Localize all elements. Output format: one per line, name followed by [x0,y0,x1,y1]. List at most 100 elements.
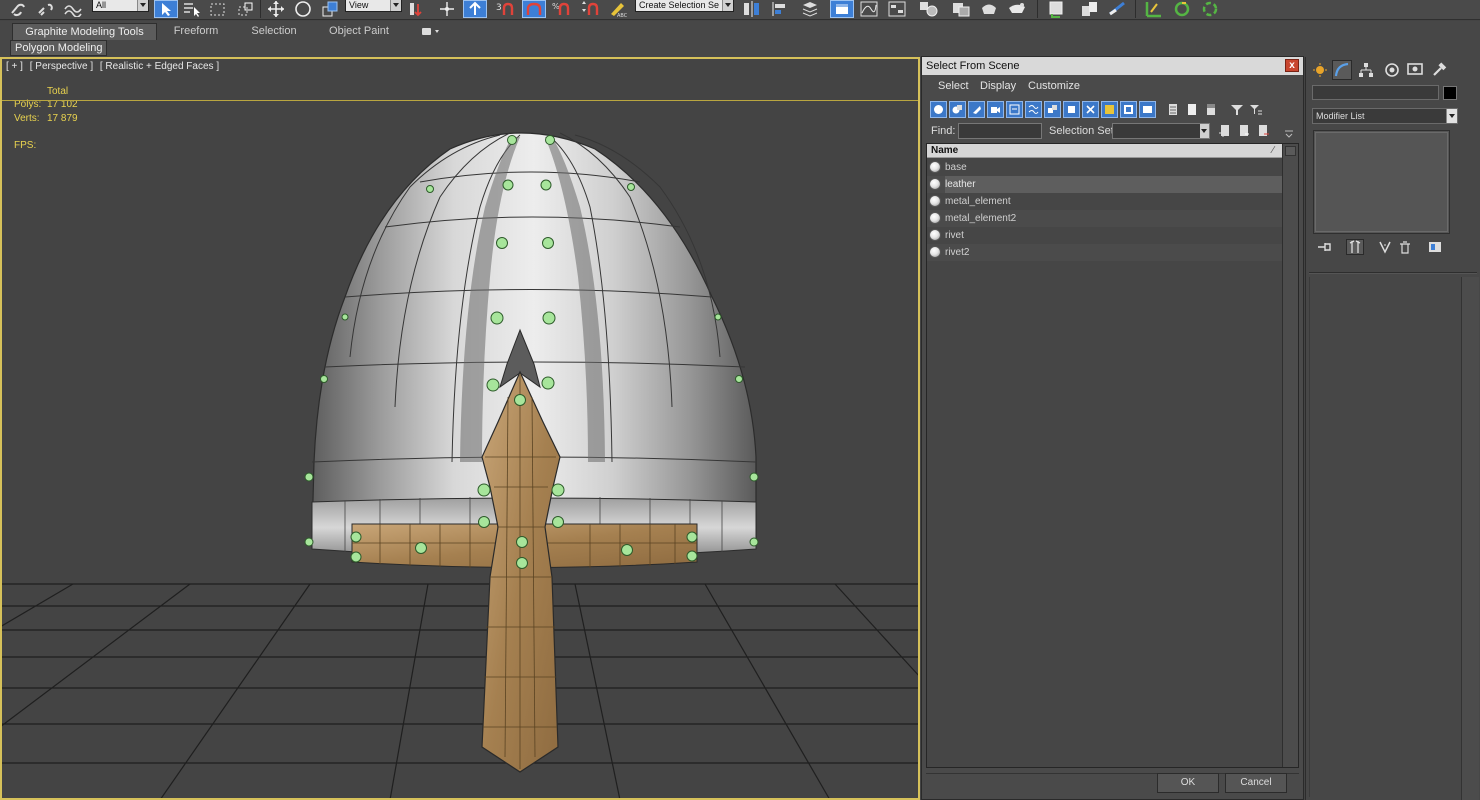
display-groups-icon[interactable] [1044,101,1061,118]
display-shapes-icon[interactable] [949,101,966,118]
display-lights-icon[interactable] [968,101,985,118]
create-panel-sun-icon[interactable] [1310,60,1330,80]
command-panel-scrollbar[interactable] [1461,277,1479,800]
select-by-name-icon[interactable] [180,0,204,18]
viewport-shading-menu[interactable]: [ Realistic + Edged Faces ] [100,61,219,72]
mirror-icon[interactable] [740,0,764,18]
window-crossing-icon[interactable] [234,0,258,18]
scene-object-list[interactable]: Name ∕ base leather metal_element metal_… [926,143,1299,768]
viewport-scene[interactable] [0,57,920,800]
tab-freeform[interactable]: Freeform [165,23,227,40]
perspective-viewport[interactable]: [ + ] [ Perspective ] [ Realistic + Edge… [0,57,920,800]
display-geometry-icon[interactable] [930,101,947,118]
motion-panel-icon[interactable] [1382,60,1402,80]
display-cameras-icon[interactable] [987,101,1004,118]
reset-transform-icon[interactable] [1170,0,1194,18]
rectangular-selection-region-icon[interactable] [206,0,230,18]
curve-editor-icon[interactable] [857,0,881,18]
polygon-modeling-panel[interactable]: Polygon Modeling [10,40,108,56]
list-item[interactable]: metal_element2 [927,210,1282,227]
list-item[interactable]: rivet2 [927,244,1282,261]
schematic-view-icon[interactable] [885,0,909,18]
display-space-warps-icon[interactable] [1025,101,1042,118]
hierarchy-panel-icon[interactable] [1356,60,1376,80]
display-helpers-icon[interactable] [1006,101,1023,118]
selection-set-dropdown[interactable] [1112,123,1210,139]
unlink-selection-icon[interactable] [34,0,58,18]
rendered-frame-window-icon[interactable] [977,0,1001,18]
tab-graphite-modeling-tools[interactable]: Graphite Modeling Tools [12,23,157,40]
display-frozen-icon[interactable] [1120,101,1137,118]
display-panel-monitor-icon[interactable] [1405,60,1425,80]
menu-select[interactable]: Select [938,80,969,92]
remove-modifier-icon[interactable] [1396,239,1414,255]
viewport-label-menu[interactable]: [ + ] [ Perspective ] [ Realistic + Edge… [6,61,223,72]
pivot-point-center-icon[interactable] [405,0,429,18]
menu-display[interactable]: Display [980,80,1016,92]
create-selection-set-icon[interactable] [1218,124,1232,138]
name-column-header[interactable]: Name ∕ [927,144,1282,158]
dialog-title-bar[interactable]: Select From Scene x [922,57,1303,75]
configure-modifier-sets-icon[interactable] [1426,239,1444,255]
list-item[interactable]: leather [927,176,1282,193]
tab-object-paint[interactable]: Object Paint [320,23,398,40]
display-none-icon[interactable] [1183,101,1200,118]
manage-layers-icon[interactable] [798,0,822,18]
menu-customize[interactable]: Customize [1028,80,1080,92]
percent-snap-toggle-icon[interactable]: % [550,0,574,18]
ribbon-minimize-icon[interactable] [420,26,442,38]
spinner-snap-toggle-icon[interactable] [578,0,602,18]
make-unique-icon[interactable] [1376,239,1394,255]
panel-options-chevron-icon[interactable] [1284,128,1298,142]
find-input[interactable] [958,123,1042,139]
list-item[interactable]: base [927,159,1282,176]
display-xrefs-icon[interactable] [1063,101,1080,118]
object-color-swatch[interactable] [1443,86,1457,100]
render-setup-icon[interactable] [949,0,973,18]
display-bones-icon[interactable] [1082,101,1099,118]
show-end-result-icon[interactable] [1346,239,1364,255]
modifier-stack[interactable] [1313,130,1450,234]
select-and-move-icon[interactable] [264,0,288,18]
display-containers-icon[interactable] [1101,101,1118,118]
transform-tool-icon[interactable] [1142,0,1166,18]
tab-selection[interactable]: Selection [240,23,308,40]
list-scrollbar[interactable] [1282,144,1298,767]
utilities-panel-hammer-icon[interactable] [1429,60,1449,80]
scrollbar-thumb[interactable] [1285,146,1296,156]
bind-to-space-warp-icon[interactable] [62,0,86,18]
display-all-icon[interactable] [1164,101,1181,118]
ok-button[interactable]: OK [1157,773,1219,793]
viewport-point-of-view-menu[interactable]: [ Perspective ] [30,61,93,72]
reset-scale-icon[interactable] [1198,0,1222,18]
close-icon[interactable]: x [1285,59,1299,72]
edit-named-selection-icon[interactable]: ABC [606,0,630,18]
keyboard-shortcut-override-icon[interactable] [463,0,487,18]
select-and-link-icon[interactable] [6,0,30,18]
select-and-scale-icon[interactable] [318,0,342,18]
display-hidden-icon[interactable] [1139,101,1156,118]
measure-tool-icon[interactable] [1106,0,1130,18]
pin-stack-icon[interactable] [1315,239,1333,255]
list-item[interactable]: rivet [927,227,1282,244]
list-item[interactable]: metal_element [927,193,1282,210]
selection-filter-dropdown[interactable]: All [92,0,149,12]
angle-snap-toggle-icon[interactable] [522,0,546,18]
modifier-list-dropdown[interactable]: Modifier List [1312,108,1458,124]
align-icon[interactable] [768,0,792,18]
viewport-general-menu[interactable]: [ + ] [6,61,23,72]
add-to-selection-set-icon[interactable] [1237,124,1251,138]
snaps-toggle-icon[interactable]: 3 [494,0,518,18]
container-tool-icon[interactable] [1045,0,1069,18]
object-properties-icon[interactable] [1078,0,1102,18]
cancel-button[interactable]: Cancel [1225,773,1287,793]
graphite-modeling-toggle-icon[interactable] [830,0,854,18]
reference-coordinate-dropdown[interactable]: View [345,0,402,12]
select-and-manipulate-icon[interactable] [435,0,459,18]
remove-from-selection-set-icon[interactable] [1256,124,1270,138]
select-object-icon[interactable] [154,0,178,18]
material-editor-icon[interactable] [917,0,941,18]
render-production-icon[interactable] [1005,0,1029,18]
object-name-field[interactable] [1312,85,1439,100]
named-selection-sets-dropdown[interactable]: Create Selection Se [635,0,734,12]
